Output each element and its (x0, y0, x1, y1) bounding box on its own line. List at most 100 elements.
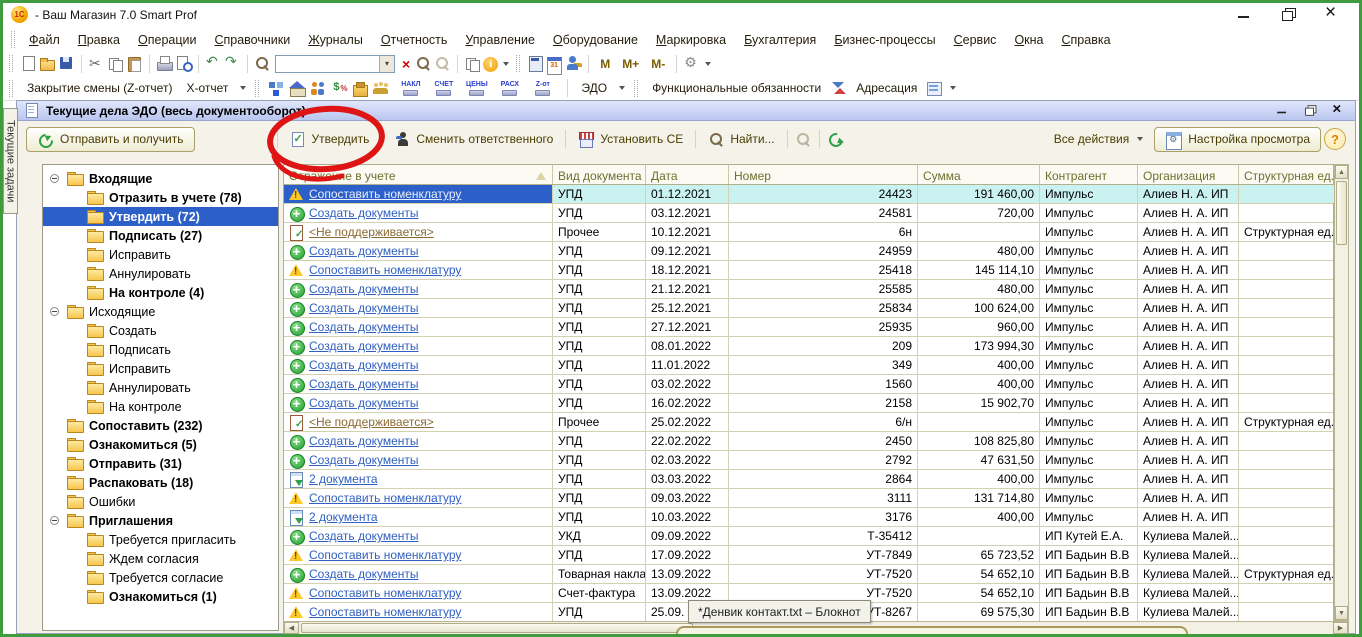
table-row-17[interactable]: 2 документаУПД10.03.20223176400,00Импуль… (284, 508, 1333, 527)
table-row-0[interactable]: Сопоставить номенклатуруУПД01.12.2021244… (284, 185, 1333, 204)
tree-item-11[interactable]: Аннулировать (43, 378, 278, 397)
column-header-3[interactable]: Номер (729, 165, 918, 184)
menu-item-7[interactable]: Оборудование (544, 30, 647, 50)
menu-item-5[interactable]: Отчетность (372, 30, 457, 50)
view-settings-button[interactable]: Настройка просмотра (1154, 127, 1321, 152)
mini-report-button-3[interactable]: РАСХ (493, 81, 526, 96)
addressing-button[interactable]: Адресация (851, 79, 922, 97)
menu-item-11[interactable]: Сервис (945, 30, 1006, 50)
tree-item-21[interactable]: Требуется согласие (43, 568, 278, 587)
new-document-icon[interactable] (20, 55, 37, 72)
action-link[interactable]: Создать документы (309, 396, 419, 410)
menu-item-13[interactable]: Справка (1053, 30, 1120, 50)
redo-icon[interactable] (224, 55, 241, 72)
table-row-18[interactable]: Создать документыУКД09.09.2022Т-35412ИП … (284, 527, 1333, 546)
close-icon[interactable] (1332, 105, 1343, 115)
table-row-8[interactable]: Создать документыУПД08.01.2022209173 994… (284, 337, 1333, 356)
restore-button-icon[interactable] (1281, 8, 1295, 21)
table-row-19[interactable]: Сопоставить номенклатуруУПД17.09.2022УТ-… (284, 546, 1333, 565)
tree-item-4[interactable]: Исправить (43, 245, 278, 264)
action-link[interactable]: Создать документы (309, 434, 419, 448)
search-icon[interactable] (254, 55, 271, 72)
all-actions-button[interactable]: Все действия (1049, 130, 1151, 148)
menu-item-2[interactable]: Операции (129, 30, 205, 50)
action-link[interactable]: 2 документа (309, 472, 378, 486)
x-report-button[interactable]: X-отчет (181, 79, 233, 97)
find-next-icon[interactable] (415, 55, 432, 72)
column-header-6[interactable]: Организация (1138, 165, 1239, 184)
scroll-down-icon[interactable]: ▼ (1335, 606, 1348, 620)
action-link[interactable]: Создать документы (309, 339, 419, 353)
action-link[interactable]: Сопоставить номенклатуру (309, 605, 461, 619)
chevron-down-icon[interactable] (705, 62, 711, 66)
minimize-button-icon[interactable] (1237, 8, 1251, 21)
tree-item-15[interactable]: Отправить (31) (43, 454, 278, 473)
table-row-16[interactable]: Сопоставить номенклатуруУПД09.03.2022311… (284, 489, 1333, 508)
archive-box-icon[interactable] (352, 80, 369, 97)
menu-item-1[interactable]: Правка (69, 30, 129, 50)
chevron-down-icon[interactable] (619, 86, 625, 90)
toolbar-grip[interactable] (9, 80, 13, 97)
action-link[interactable]: Создать документы (309, 206, 419, 220)
action-link[interactable]: Создать документы (309, 301, 419, 315)
menu-item-8[interactable]: Маркировка (647, 30, 735, 50)
memory-plus-button[interactable]: M+ (617, 57, 644, 71)
tree-item-6[interactable]: На контроле (4) (43, 283, 278, 302)
tree-item-3[interactable]: Подписать (27) (43, 226, 278, 245)
find-button[interactable]: Найти... (703, 129, 779, 150)
menu-item-9[interactable]: Бухгалтерия (735, 30, 825, 50)
chevron-down-icon[interactable] (503, 62, 509, 66)
edo-menu-button[interactable]: ЭДО (576, 79, 612, 97)
table-row-3[interactable]: Создать документыУПД09.12.202124959480,0… (284, 242, 1333, 261)
table-row-12[interactable]: <Не поддерживается>Прочее25.02.20226/нИм… (284, 413, 1333, 432)
save-icon[interactable] (58, 55, 75, 72)
column-header-0[interactable]: Отражение в учете (284, 165, 553, 184)
approve-button[interactable]: Утвердить (285, 129, 375, 150)
tree-item-8[interactable]: Создать (43, 321, 278, 340)
toolbar-grip[interactable] (516, 55, 520, 72)
table-row-14[interactable]: Создать документыУПД02.03.2022279247 631… (284, 451, 1333, 470)
info-icon[interactable] (483, 57, 498, 72)
paste-icon[interactable] (126, 55, 143, 72)
table-row-15[interactable]: 2 документаУПД03.03.20222864400,00Импуль… (284, 470, 1333, 489)
table-row-20[interactable]: Создать документыТоварная накла...13.09.… (284, 565, 1333, 584)
table-row-13[interactable]: Создать документыУПД22.02.20222450108 82… (284, 432, 1333, 451)
tree-item-13[interactable]: Сопоставить (232) (43, 416, 278, 435)
mini-report-button-1[interactable]: СЧЕТ (427, 81, 460, 96)
table-row-7[interactable]: Создать документыУПД27.12.202125935960,0… (284, 318, 1333, 337)
column-header-1[interactable]: Вид документа (553, 165, 646, 184)
undo-icon[interactable] (205, 55, 222, 72)
chevron-down-icon[interactable] (240, 86, 246, 90)
table-row-4[interactable]: Сопоставить номенклатуруУПД18.12.2021254… (284, 261, 1333, 280)
action-link[interactable]: Создать документы (309, 377, 419, 391)
close-button-icon[interactable] (1325, 8, 1339, 21)
toolbar-grip[interactable] (11, 31, 15, 48)
scrollbar-thumb[interactable] (1336, 181, 1347, 245)
tree-item-14[interactable]: Ознакомиться (5) (43, 435, 278, 454)
scrollbar-thumb[interactable] (301, 623, 693, 633)
column-header-4[interactable]: Сумма (918, 165, 1040, 184)
tree-item-0[interactable]: Входящие (43, 169, 278, 188)
clear-search-icon[interactable]: × (399, 56, 413, 72)
tree-item-1[interactable]: Отразить в учете (78) (43, 188, 278, 207)
action-link[interactable]: Сопоставить номенклатуру (309, 586, 461, 600)
toolbar-grip[interactable] (9, 55, 13, 72)
table-row-5[interactable]: Создать документыУПД21.12.202125585480,0… (284, 280, 1333, 299)
memory-minus-button[interactable]: M- (646, 57, 670, 71)
chevron-down-icon[interactable] (950, 86, 956, 90)
send-receive-button[interactable]: Отправить и получить (26, 127, 195, 152)
tree-item-20[interactable]: Ждем согласия (43, 549, 278, 568)
settings-wrench-icon[interactable] (683, 55, 700, 72)
menu-item-12[interactable]: Окна (1005, 30, 1052, 50)
table-row-11[interactable]: Создать документыУПД16.02.2022215815 902… (284, 394, 1333, 413)
column-header-7[interactable]: Структурная ед... (1239, 165, 1335, 184)
collapse-icon[interactable] (50, 174, 59, 183)
table-row-6[interactable]: Создать документыУПД25.12.202125834100 6… (284, 299, 1333, 318)
toolbar-grip[interactable] (255, 80, 259, 97)
chevron-down-icon[interactable]: ▾ (379, 56, 394, 72)
tree-item-18[interactable]: Приглашения (43, 511, 278, 530)
action-link[interactable]: Создать документы (309, 453, 419, 467)
scroll-left-icon[interactable]: ◀ (284, 622, 299, 634)
menu-item-3[interactable]: Справочники (205, 30, 299, 50)
change-responsible-button[interactable]: Сменить ответственного (389, 129, 558, 150)
